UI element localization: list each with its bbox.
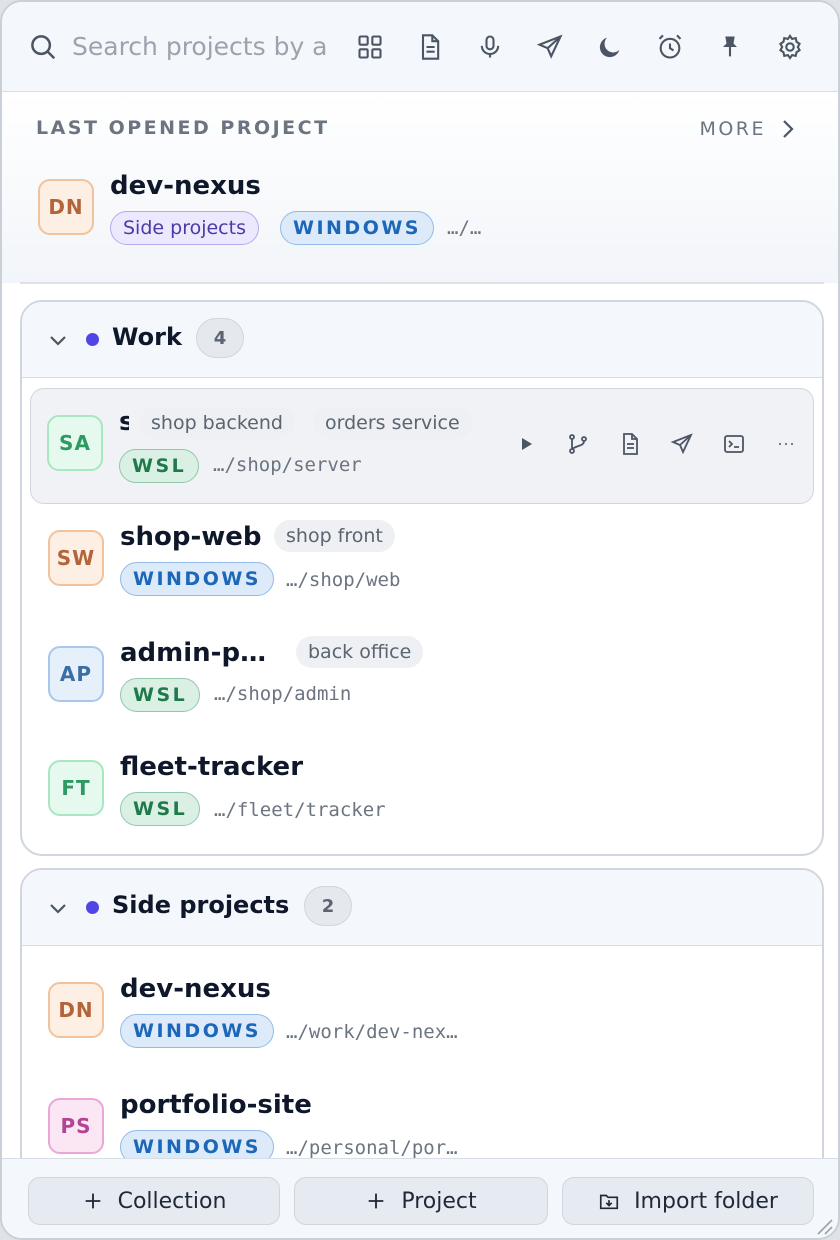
- avatar: DN: [38, 179, 94, 235]
- send-icon[interactable]: [665, 427, 699, 461]
- top-toolbar: [2, 2, 838, 92]
- search-input[interactable]: [72, 26, 334, 66]
- resize-grip-icon[interactable]: [812, 1214, 834, 1236]
- microphone-icon[interactable]: [473, 30, 507, 64]
- project-name: fleet-tracker: [120, 752, 304, 782]
- project-tag: shop backend: [139, 407, 295, 439]
- bottom-bar: Collection Project Import folder: [2, 1158, 838, 1238]
- avatar: FT: [48, 760, 104, 816]
- platform-chip: WSL: [119, 449, 200, 483]
- collection-count-badge: 4: [196, 318, 244, 358]
- project-name: dev-nexus: [120, 974, 271, 1004]
- divider: [20, 282, 824, 284]
- pin-icon[interactable]: [713, 30, 747, 64]
- project-path: …/…: [447, 217, 482, 239]
- project-tag: shop front: [274, 520, 395, 552]
- button-label: Project: [401, 1188, 477, 1214]
- project-tag: back office: [296, 636, 424, 668]
- grid-icon[interactable]: [353, 30, 387, 64]
- project-row[interactable]: DN dev-nexus WINDOWS …/work/dev-nex…: [22, 954, 822, 1068]
- project-row[interactable]: AP admin-p… back office WSL …/shop/admin: [22, 618, 822, 732]
- chevron-down-icon[interactable]: [46, 896, 70, 920]
- project-name: shop-web: [120, 522, 262, 552]
- collection-name: Work: [112, 323, 182, 351]
- project-row[interactable]: FT fleet-tracker WSL …/fleet/tracker: [22, 732, 822, 846]
- project-name: portfolio-site: [120, 1090, 312, 1120]
- chevron-down-icon[interactable]: [46, 328, 70, 352]
- avatar: AP: [48, 646, 104, 702]
- button-label: Import folder: [634, 1188, 778, 1214]
- project-path: …/shop/web: [286, 569, 401, 591]
- project-row[interactable]: SW shop-web shop front WINDOWS …/shop/we…: [22, 502, 822, 616]
- gear-icon[interactable]: [773, 30, 807, 64]
- avatar: SA: [47, 415, 103, 471]
- moon-icon[interactable]: [593, 30, 627, 64]
- terminal-icon[interactable]: [717, 427, 751, 461]
- platform-chip: WSL: [120, 678, 201, 712]
- chevron-right-icon: [783, 120, 794, 138]
- project-path: …/work/dev-nex…: [286, 1021, 458, 1043]
- section-label: LAST OPENED PROJECT: [36, 117, 330, 139]
- folder-download-icon: [599, 1194, 619, 1210]
- more-link[interactable]: MORE: [699, 117, 798, 141]
- platform-chip: WINDOWS: [280, 211, 434, 245]
- plus-icon: [85, 1193, 100, 1209]
- collection-header[interactable]: Work 4: [22, 302, 822, 378]
- collection-chip: Side projects: [110, 211, 259, 245]
- project-name: s: [119, 407, 129, 437]
- new-collection-button[interactable]: Collection: [28, 1177, 280, 1225]
- project-path: …/shop/admin: [214, 683, 352, 705]
- plus-icon: [369, 1193, 384, 1209]
- collection-name: Side projects: [112, 891, 290, 919]
- alarm-icon[interactable]: [653, 30, 687, 64]
- branch-icon[interactable]: [561, 427, 595, 461]
- last-opened-section: LAST OPENED PROJECT MORE DN dev-nexus Si…: [2, 93, 838, 283]
- new-project-button[interactable]: Project: [294, 1177, 548, 1225]
- project-path: …/shop/server: [213, 454, 362, 476]
- collection-side-projects: Side projects 2 DN dev-nexus WINDOWS …/w…: [20, 868, 824, 1208]
- row-actions: [509, 427, 803, 461]
- avatar: PS: [48, 1098, 104, 1154]
- avatar: SW: [48, 530, 104, 586]
- send-icon[interactable]: [533, 30, 567, 64]
- project-name: admin-p…: [120, 638, 267, 668]
- button-label: Collection: [117, 1188, 227, 1214]
- search-icon: [31, 35, 56, 60]
- app-window: LAST OPENED PROJECT MORE DN dev-nexus Si…: [0, 0, 840, 1240]
- collection-header[interactable]: Side projects 2: [22, 870, 822, 946]
- platform-chip: WINDOWS: [120, 1014, 274, 1048]
- project-row[interactable]: SA s shop backend orders service WSL …/s…: [30, 388, 814, 504]
- avatar: DN: [48, 982, 104, 1038]
- import-folder-button[interactable]: Import folder: [562, 1177, 814, 1225]
- document-icon[interactable]: [613, 427, 647, 461]
- play-icon[interactable]: [509, 427, 543, 461]
- collection-color-dot: [86, 901, 99, 914]
- platform-chip: WINDOWS: [120, 562, 274, 596]
- collection-work: Work 4 SA s shop backend orders service …: [20, 300, 824, 856]
- project-tag: orders service: [313, 407, 472, 439]
- project-path: …/fleet/tracker: [214, 799, 386, 821]
- platform-chip: WSL: [120, 792, 201, 826]
- collection-color-dot: [86, 333, 99, 346]
- document-icon[interactable]: [413, 30, 447, 64]
- project-name: dev-nexus: [110, 171, 261, 201]
- project-path: …/personal/por…: [286, 1137, 458, 1159]
- collection-count-badge: 2: [304, 886, 352, 926]
- more-icon[interactable]: [769, 427, 803, 461]
- more-label: MORE: [699, 118, 766, 140]
